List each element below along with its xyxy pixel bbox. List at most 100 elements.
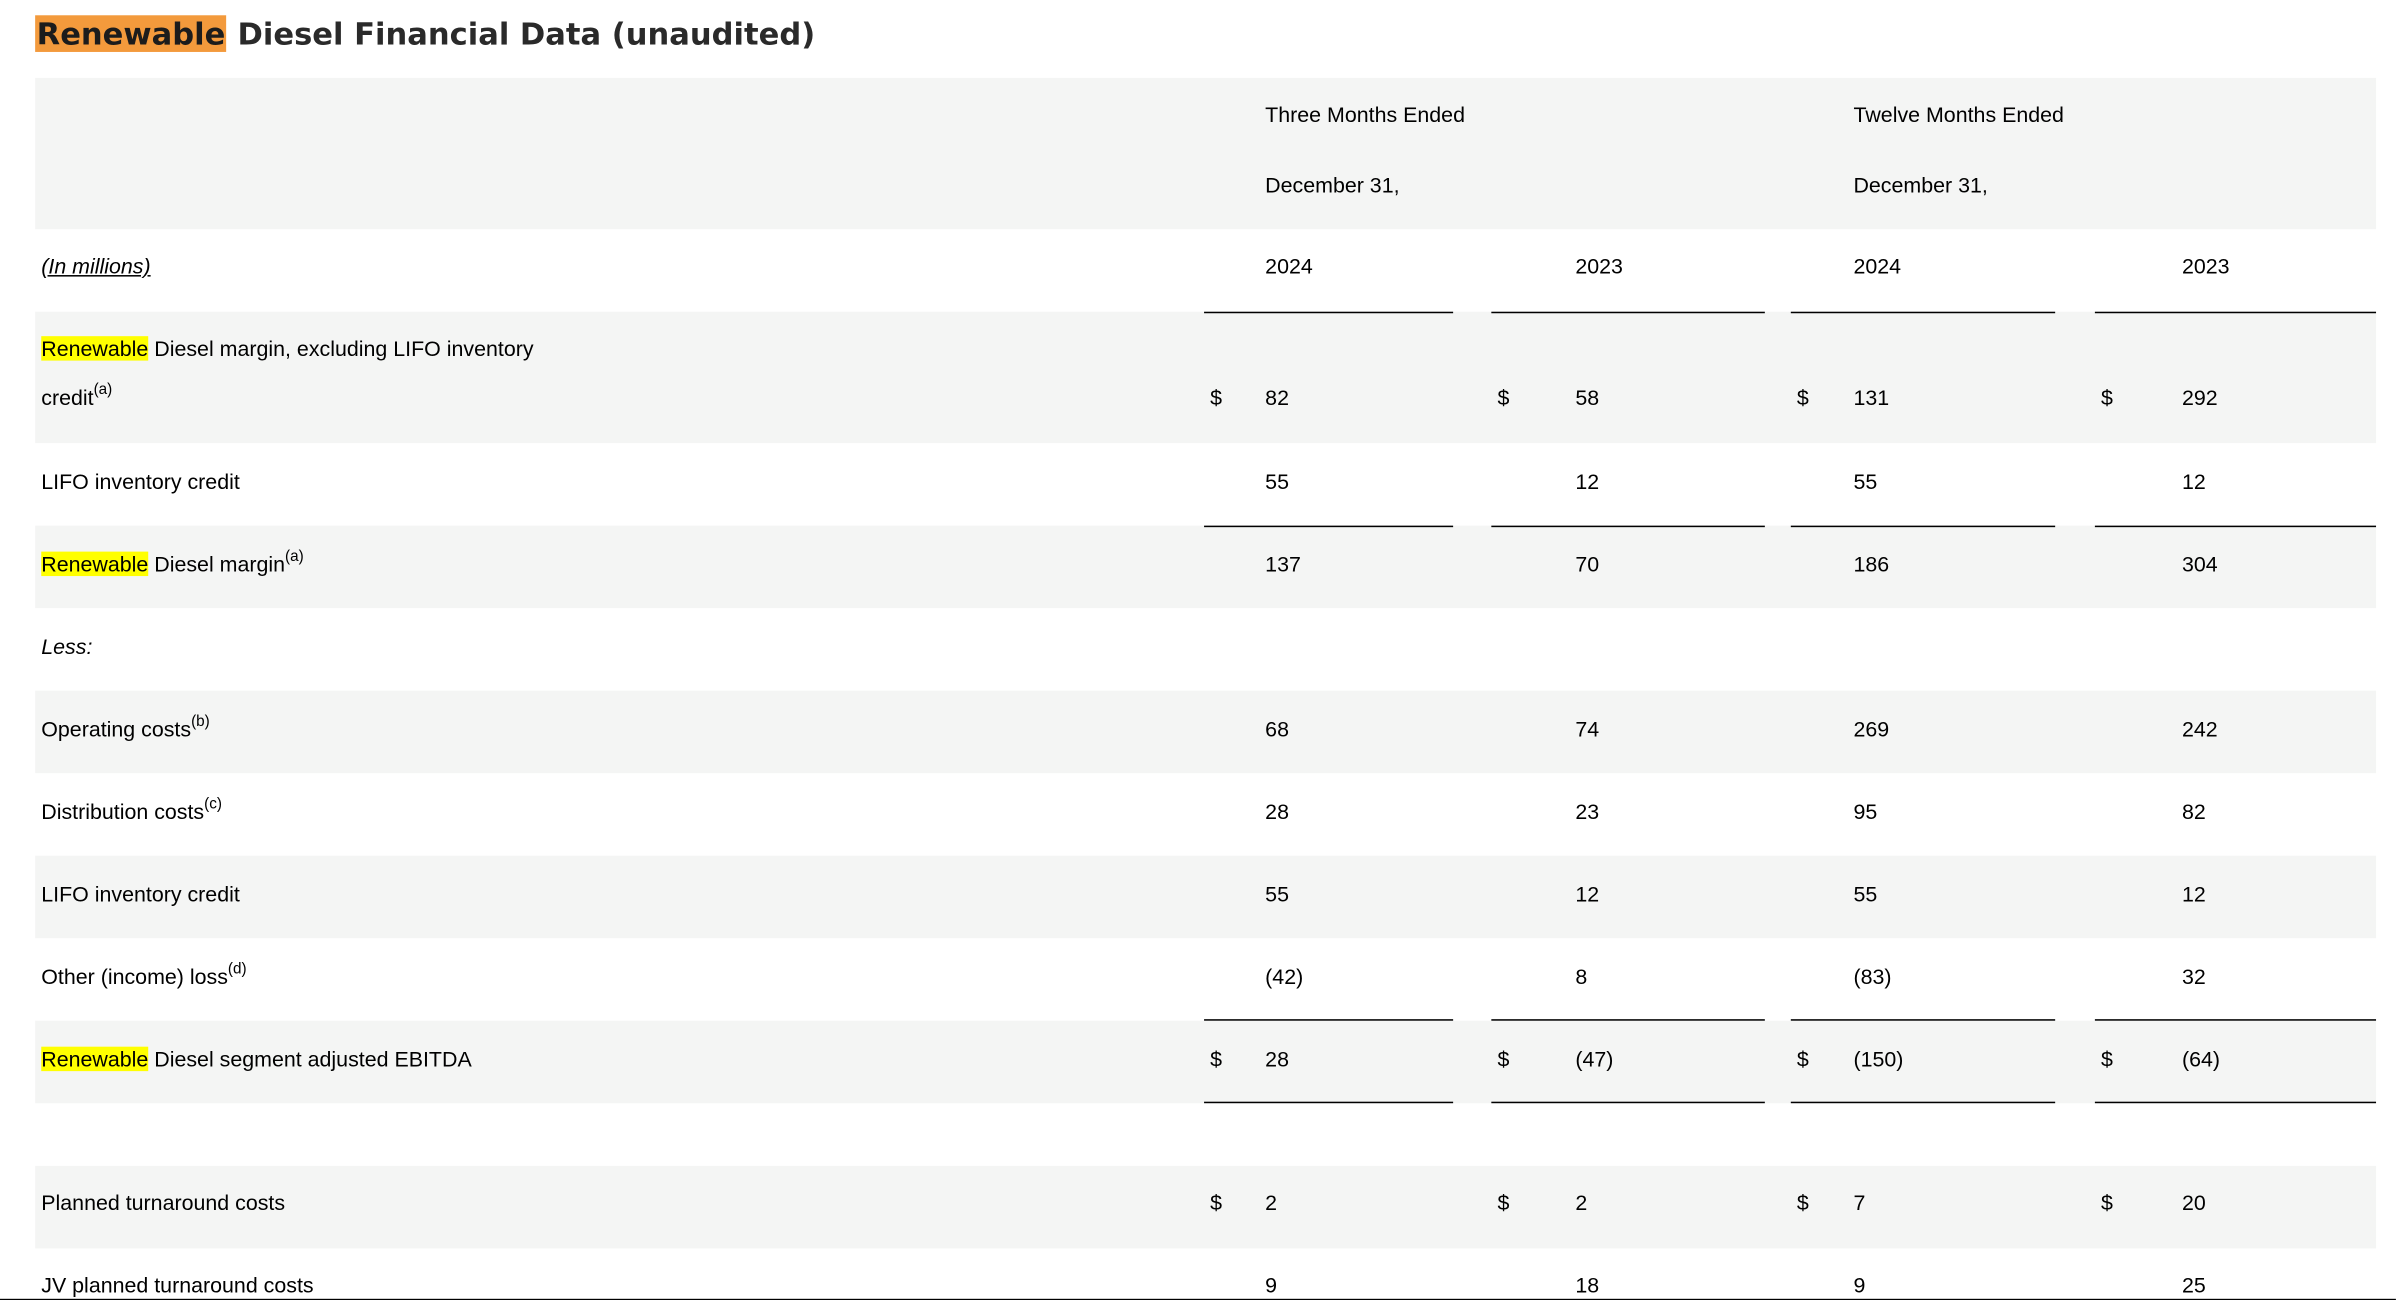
- three-months-header-line2: December 31,: [1265, 172, 1400, 198]
- cell-other-income-loss-y2023: 32: [2181, 964, 2206, 989]
- renewable-highlight: Renewable: [41, 336, 149, 361]
- cell-lifo-credit-y2023: 12: [2181, 469, 2206, 494]
- cell-other-income-loss-q2023: 8: [1575, 964, 1588, 989]
- cell-rd-margin-ex-lifo-q2024: 82: [1265, 385, 1289, 410]
- cell-jv-planned-turnaround-q2023: 18: [1575, 1272, 1600, 1298]
- rule-total-bottom-col2: [1491, 1101, 1765, 1104]
- cell-jv-planned-turnaround-q2024: 9: [1265, 1272, 1278, 1298]
- cell-other-income-loss-y2024: (83): [1853, 964, 1892, 989]
- currency-symbol: $: [2101, 1046, 2113, 1072]
- cell-lifo-credit-y2024: 55: [1853, 469, 1878, 494]
- year-header-y-2024: 2024: [1853, 253, 1902, 279]
- row-label-planned-turnaround: Planned turnaround costs: [41, 1190, 286, 1215]
- footnote-marker: (a): [285, 548, 304, 566]
- cell-distribution-costs-q2023: 23: [1575, 799, 1600, 824]
- cell-rd-margin-q2024: 137: [1265, 551, 1301, 577]
- currency-symbol: $: [1210, 385, 1223, 410]
- rule-subtotal-col3: [1790, 525, 2056, 528]
- footnote-marker: (c): [204, 796, 222, 813]
- currency-symbol: $: [1796, 1046, 1809, 1072]
- cell-rd-margin-y2024: 186: [1853, 551, 1890, 577]
- cell-operating-costs-q2023: 74: [1575, 716, 1600, 742]
- rule-total-bottom-col3: [1790, 1101, 2056, 1104]
- row-band-planned-turnaround: [35, 1165, 2377, 1249]
- row-label-lifo-credit-2: LIFO inventory credit: [41, 881, 240, 907]
- cell-rd-margin-ex-lifo-y2023: 292: [2181, 385, 2218, 410]
- twelve-months-header-line2: December 31,: [1853, 172, 1988, 198]
- cell-planned-turnaround-q2023: 2: [1575, 1190, 1588, 1215]
- cell-planned-turnaround-y2023: 20: [2181, 1190, 2206, 1215]
- renewable-highlight: Renewable: [41, 1046, 149, 1072]
- rule-total-top-col4: [2094, 1019, 2377, 1021]
- label-text: Diesel margin: [148, 551, 286, 577]
- cell-lifo-credit-2-q2024: 55: [1265, 881, 1289, 907]
- title-highlight: Renewable: [35, 15, 227, 52]
- cell-jv-planned-turnaround-y2024: 9: [1853, 1272, 1866, 1298]
- currency-symbol: $: [1497, 1190, 1510, 1215]
- currency-symbol: $: [1210, 1190, 1223, 1215]
- row-band-rd-margin: [35, 525, 2377, 609]
- cell-lifo-credit-q2023: 12: [1575, 469, 1600, 494]
- footnote-marker: (d): [227, 961, 247, 978]
- label-text: Distribution costs: [41, 799, 205, 824]
- units-label: (In millions): [41, 253, 151, 279]
- currency-symbol: $: [2101, 385, 2113, 410]
- cell-planned-turnaround-y2024: 7: [1853, 1190, 1866, 1215]
- row-label-adjusted-ebitda: Renewable Diesel segment adjusted EBITDA: [41, 1046, 472, 1072]
- row-label-distribution-costs: Distribution costs(c): [41, 796, 222, 824]
- cell-adjusted-ebitda-y2023: (64): [2181, 1046, 2221, 1072]
- row-band-lifo-credit-2: [35, 855, 2377, 939]
- cell-rd-margin-ex-lifo-q2023: 58: [1575, 385, 1600, 410]
- currency-symbol: $: [1210, 1046, 1223, 1072]
- financial-table-page: Renewable Diesel Financial Data (unaudit…: [0, 0, 2396, 1300]
- currency-symbol: $: [1796, 385, 1809, 410]
- row-label-rd-margin: Renewable Diesel margin(a): [41, 548, 304, 577]
- cell-rd-margin-ex-lifo-y2024: 131: [1853, 385, 1890, 410]
- cell-lifo-credit-2-y2024: 55: [1853, 881, 1878, 907]
- cell-rd-margin-q2023: 70: [1575, 551, 1600, 577]
- three-months-header-line1: Three Months Ended: [1265, 102, 1465, 127]
- row-band-operating-costs: [35, 690, 2377, 774]
- row-label-operating-costs: Operating costs(b): [41, 713, 210, 742]
- title-text: Diesel Financial Data (unaudited): [226, 15, 816, 52]
- row-label-jv-planned-turnaround: JV planned turnaround costs: [41, 1272, 314, 1298]
- rule-total-bottom-col4: [2094, 1101, 2377, 1104]
- cell-distribution-costs-q2024: 28: [1265, 799, 1289, 824]
- renewable-highlight: Renewable: [41, 551, 149, 577]
- label-text: Operating costs: [41, 716, 192, 742]
- twelve-months-header-line1: Twelve Months Ended: [1853, 102, 2064, 127]
- rule-header-col1: [1204, 311, 1454, 314]
- row-label-lifo-credit: LIFO inventory credit: [41, 469, 240, 494]
- label-text: Diesel segment adjusted EBITDA: [148, 1046, 472, 1072]
- rule-subtotal-col4: [2094, 525, 2377, 528]
- row-label-less: Less:: [41, 634, 93, 659]
- row-band-rd-margin-ex-lifo: [35, 311, 2377, 444]
- header-band: [35, 77, 2377, 230]
- year-header-q-2024: 2024: [1265, 253, 1313, 279]
- currency-symbol: $: [2101, 1190, 2113, 1215]
- rule-total-top-col3: [1790, 1019, 2056, 1021]
- rule-header-col2: [1491, 311, 1765, 314]
- row-label-rd-margin-ex-lifo-line2: credit(a): [41, 382, 113, 410]
- cell-adjusted-ebitda-y2024: (150): [1853, 1046, 1904, 1072]
- cell-operating-costs-y2024: 269: [1853, 716, 1890, 742]
- rule-header-col4: [2094, 311, 2377, 314]
- cell-distribution-costs-y2023: 82: [2181, 799, 2206, 824]
- row-label-rd-margin-ex-lifo-line1: Renewable Diesel margin, excluding LIFO …: [41, 336, 534, 361]
- cell-operating-costs-y2023: 242: [2181, 716, 2218, 742]
- footnote-marker: (a): [93, 382, 113, 399]
- cell-planned-turnaround-q2024: 2: [1265, 1190, 1278, 1215]
- rule-subtotal-col1: [1204, 525, 1454, 528]
- cell-lifo-credit-q2024: 55: [1265, 469, 1289, 494]
- cell-adjusted-ebitda-q2024: 28: [1265, 1046, 1289, 1072]
- year-header-q-2023: 2023: [1575, 253, 1623, 279]
- footnote-marker: (b): [191, 713, 210, 731]
- year-header-y-2023: 2023: [2181, 253, 2230, 279]
- label-text: Diesel margin, excluding LIFO inventory: [148, 336, 534, 361]
- rule-total-top-col1: [1204, 1019, 1454, 1021]
- label-text: credit: [41, 385, 94, 410]
- rule-total-top-col2: [1491, 1019, 1765, 1021]
- cell-distribution-costs-y2024: 95: [1853, 799, 1878, 824]
- cell-jv-planned-turnaround-y2023: 25: [2181, 1272, 2206, 1298]
- cell-adjusted-ebitda-q2023: (47): [1575, 1046, 1614, 1072]
